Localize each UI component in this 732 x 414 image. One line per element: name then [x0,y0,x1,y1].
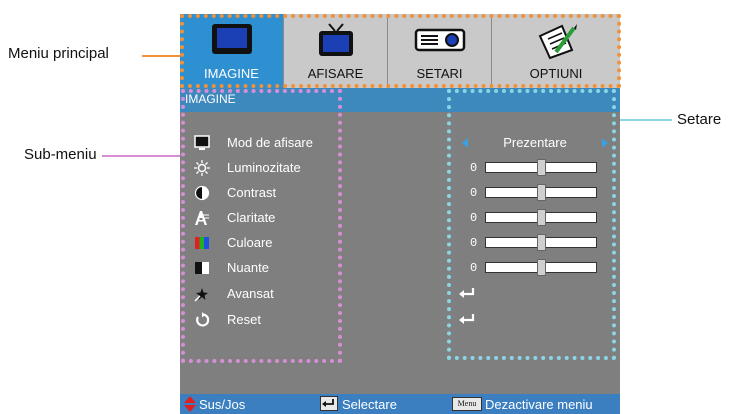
setting-highlight [447,89,616,360]
enter-key-icon [320,396,338,411]
callout-main-menu: Meniu principal [8,45,109,62]
sub-menu-highlight [181,89,342,363]
help-bar: Sus/Jos Selectare Menu Dezactivare meniu [180,394,620,414]
help-select-label: Selectare [342,397,397,412]
setting-leader [612,119,672,121]
callout-setting: Setare [677,111,722,128]
main-menu-leader [142,55,180,57]
help-exit-label: Dezactivare meniu [485,397,593,412]
callout-sub-menu: Sub-meniu [24,146,97,163]
sub-menu-leader [102,155,182,157]
menu-key-icon: Menu [452,397,482,411]
updown-arrows-icon [184,396,196,414]
main-menu-highlight [180,14,621,88]
help-updown-label: Sus/Jos [199,397,246,412]
